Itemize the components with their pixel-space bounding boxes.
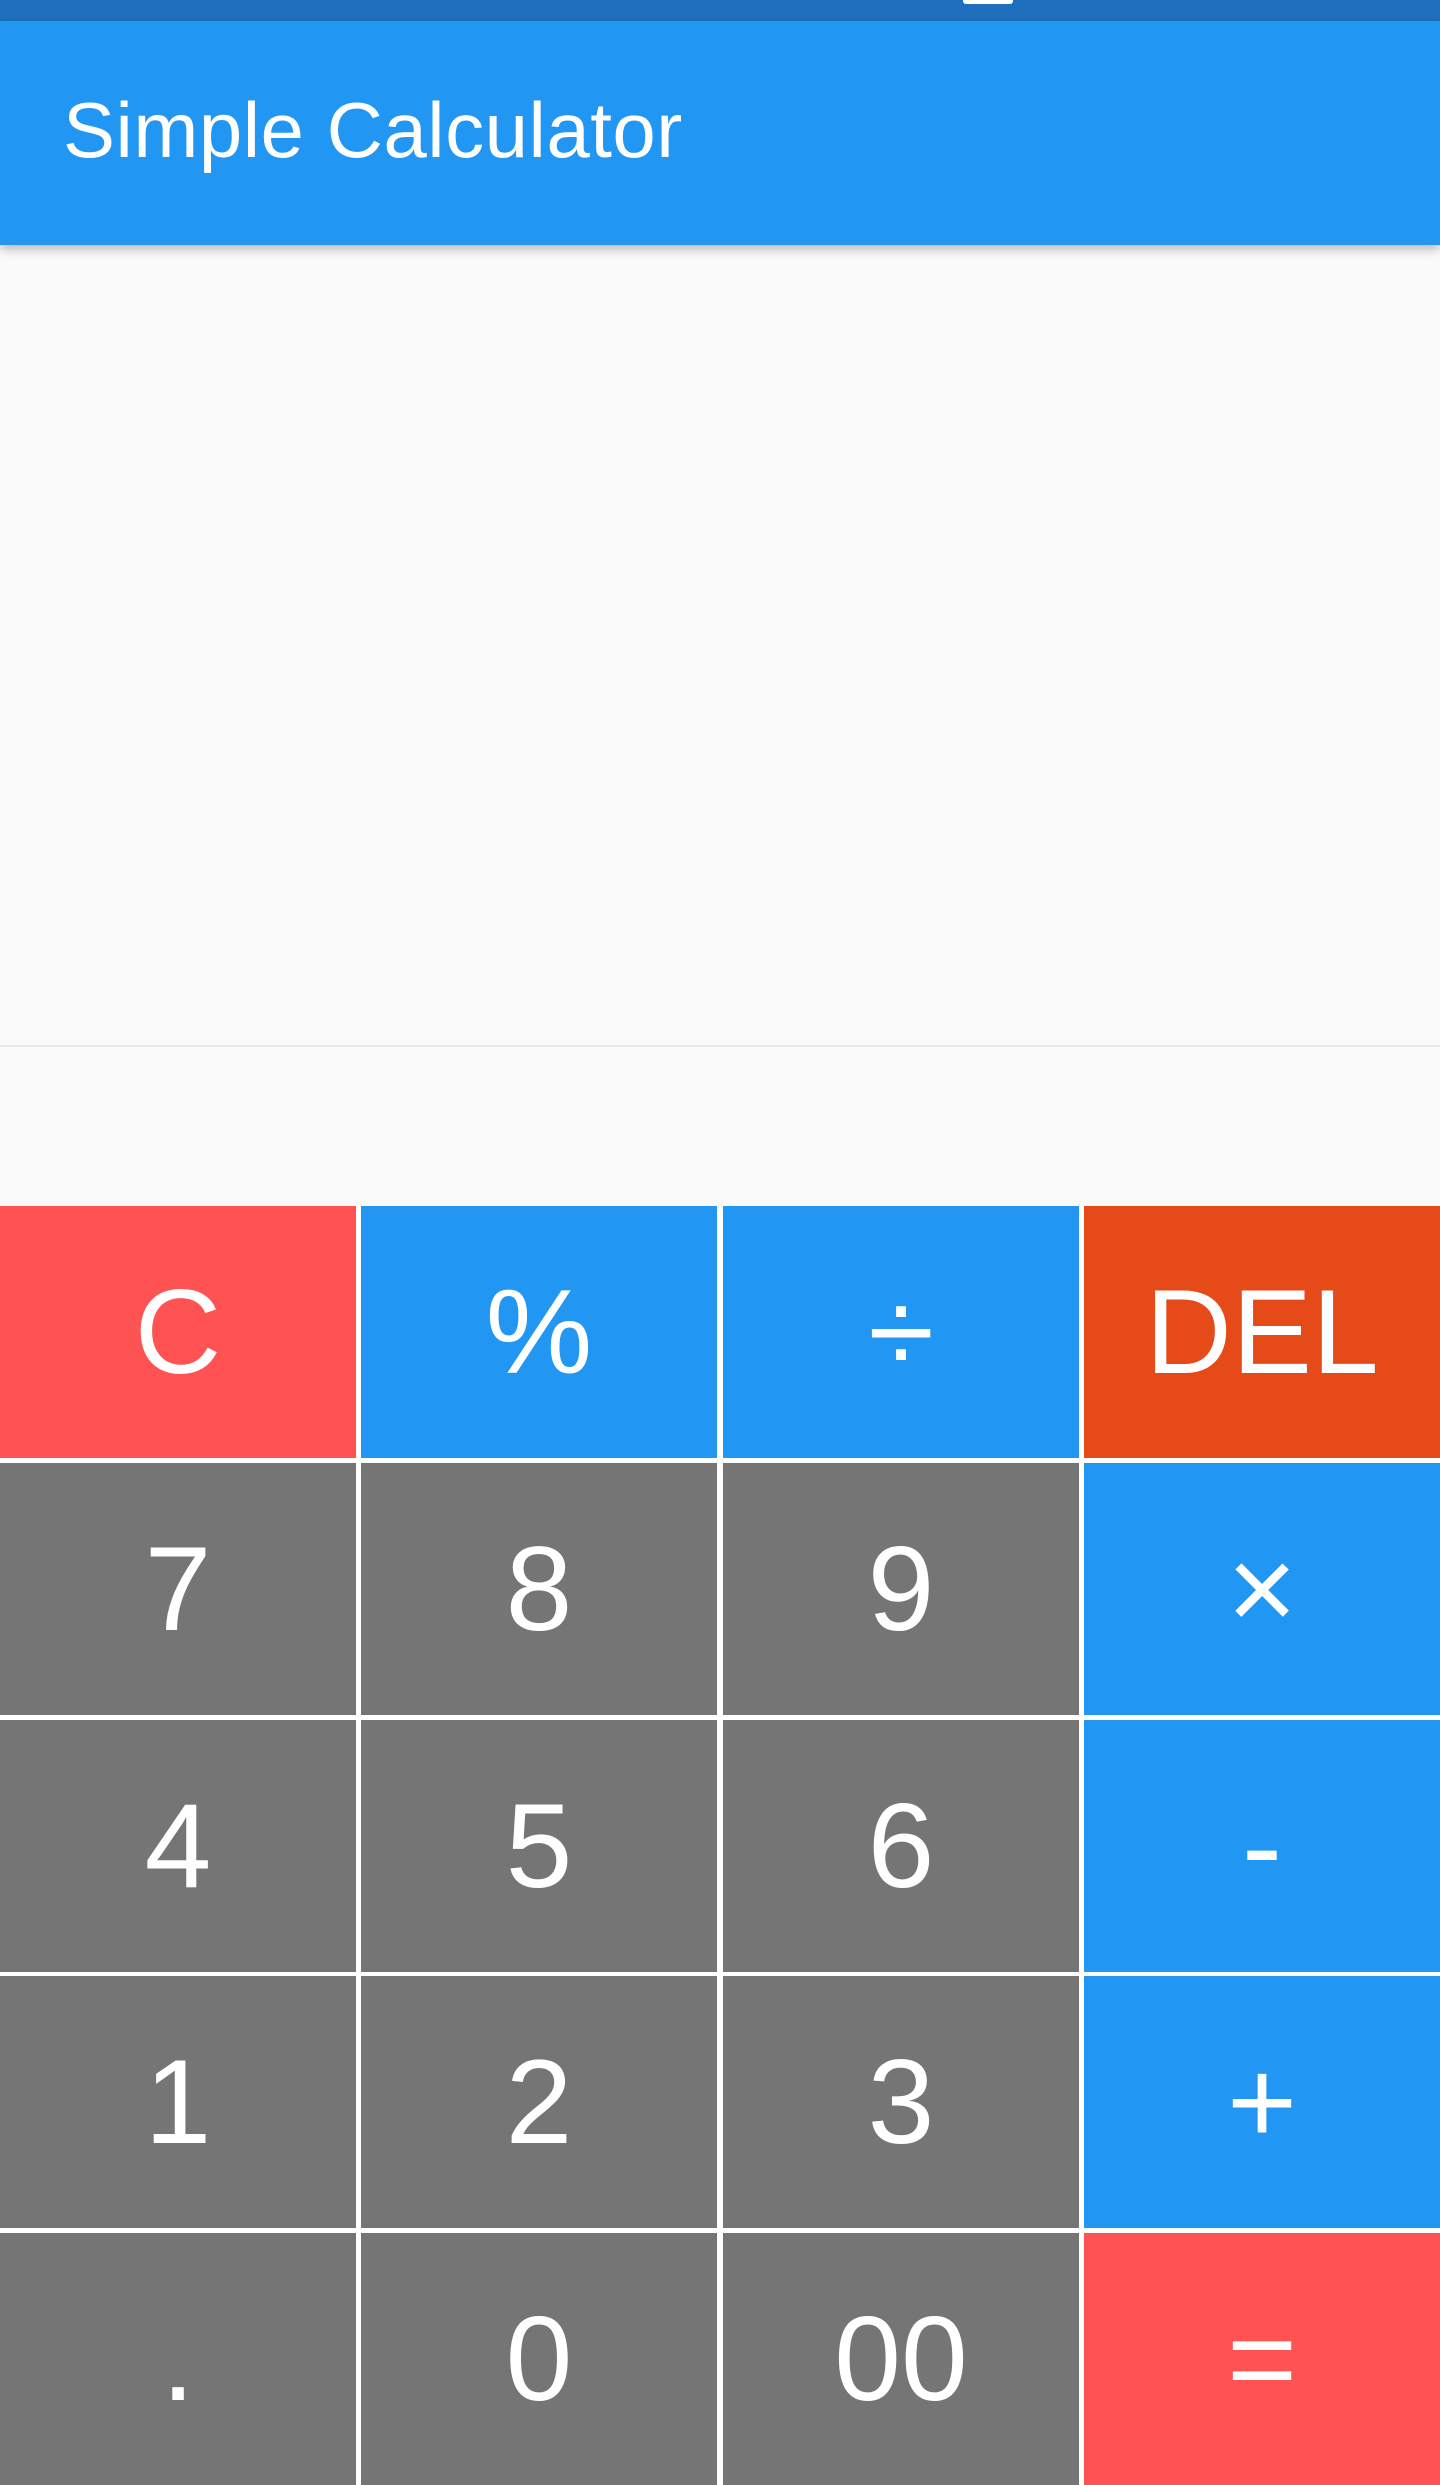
digit-3-label: 3 (867, 2035, 935, 2169)
digit-1-button[interactable]: 1 (0, 1976, 356, 2228)
app-bar: Simple Calculator (0, 21, 1440, 245)
multiply-label: × (1226, 1522, 1298, 1656)
divide-label: ÷ (868, 1265, 934, 1399)
status-bar (0, 0, 1440, 21)
percent-label: % (485, 1265, 593, 1399)
digit-4-label: 4 (144, 1779, 212, 1913)
digit-0-button[interactable]: 0 (361, 2233, 717, 2485)
subtract-button[interactable]: - (1084, 1720, 1440, 1972)
result-display (0, 1047, 1440, 1206)
digit-7-button[interactable]: 7 (0, 1463, 356, 1715)
decimal-point-button[interactable]: . (0, 2233, 356, 2485)
digit-3-button[interactable]: 3 (723, 1976, 1079, 2228)
expression-display (0, 245, 1440, 1045)
digit-8-label: 8 (505, 1522, 573, 1656)
digit-6-label: 6 (867, 1779, 935, 1913)
delete-button[interactable]: DEL (1084, 1206, 1440, 1458)
clear-button[interactable]: C (0, 1206, 356, 1458)
delete-label: DEL (1145, 1265, 1379, 1399)
digit-2-button[interactable]: 2 (361, 1976, 717, 2228)
keypad: C% ÷ DEL 7 8 9 × 4 5 6-1 2 3 +. 0 00 = (0, 1206, 1440, 2485)
equals-button[interactable]: = (1084, 2233, 1440, 2485)
digit-5-label: 5 (505, 1779, 573, 1913)
multiply-button[interactable]: × (1084, 1463, 1440, 1715)
app-title: Simple Calculator (63, 86, 683, 174)
digit-9-label: 9 (867, 1522, 935, 1656)
divide-button[interactable]: ÷ (723, 1206, 1079, 1458)
digit-2-label: 2 (505, 2035, 573, 2169)
percent-button[interactable]: % (361, 1206, 717, 1458)
double-zero-label: 00 (834, 2292, 968, 2426)
digit-5-button[interactable]: 5 (361, 1720, 717, 1972)
digit-0-label: 0 (505, 2292, 573, 2426)
subtract-label: - (1242, 1779, 1282, 1913)
add-button[interactable]: + (1084, 1976, 1440, 2228)
status-icon (963, 0, 1013, 4)
digit-6-button[interactable]: 6 (723, 1720, 1079, 1972)
digit-7-label: 7 (144, 1522, 212, 1656)
equals-label: = (1226, 2292, 1298, 2426)
digit-8-button[interactable]: 8 (361, 1463, 717, 1715)
add-label: + (1226, 2035, 1298, 2169)
double-zero-button[interactable]: 00 (723, 2233, 1079, 2485)
digit-4-button[interactable]: 4 (0, 1720, 356, 1972)
decimal-point-label: . (161, 2292, 195, 2426)
clear-label: C (134, 1265, 222, 1399)
digit-1-label: 1 (144, 2035, 212, 2169)
digit-9-button[interactable]: 9 (723, 1463, 1079, 1715)
